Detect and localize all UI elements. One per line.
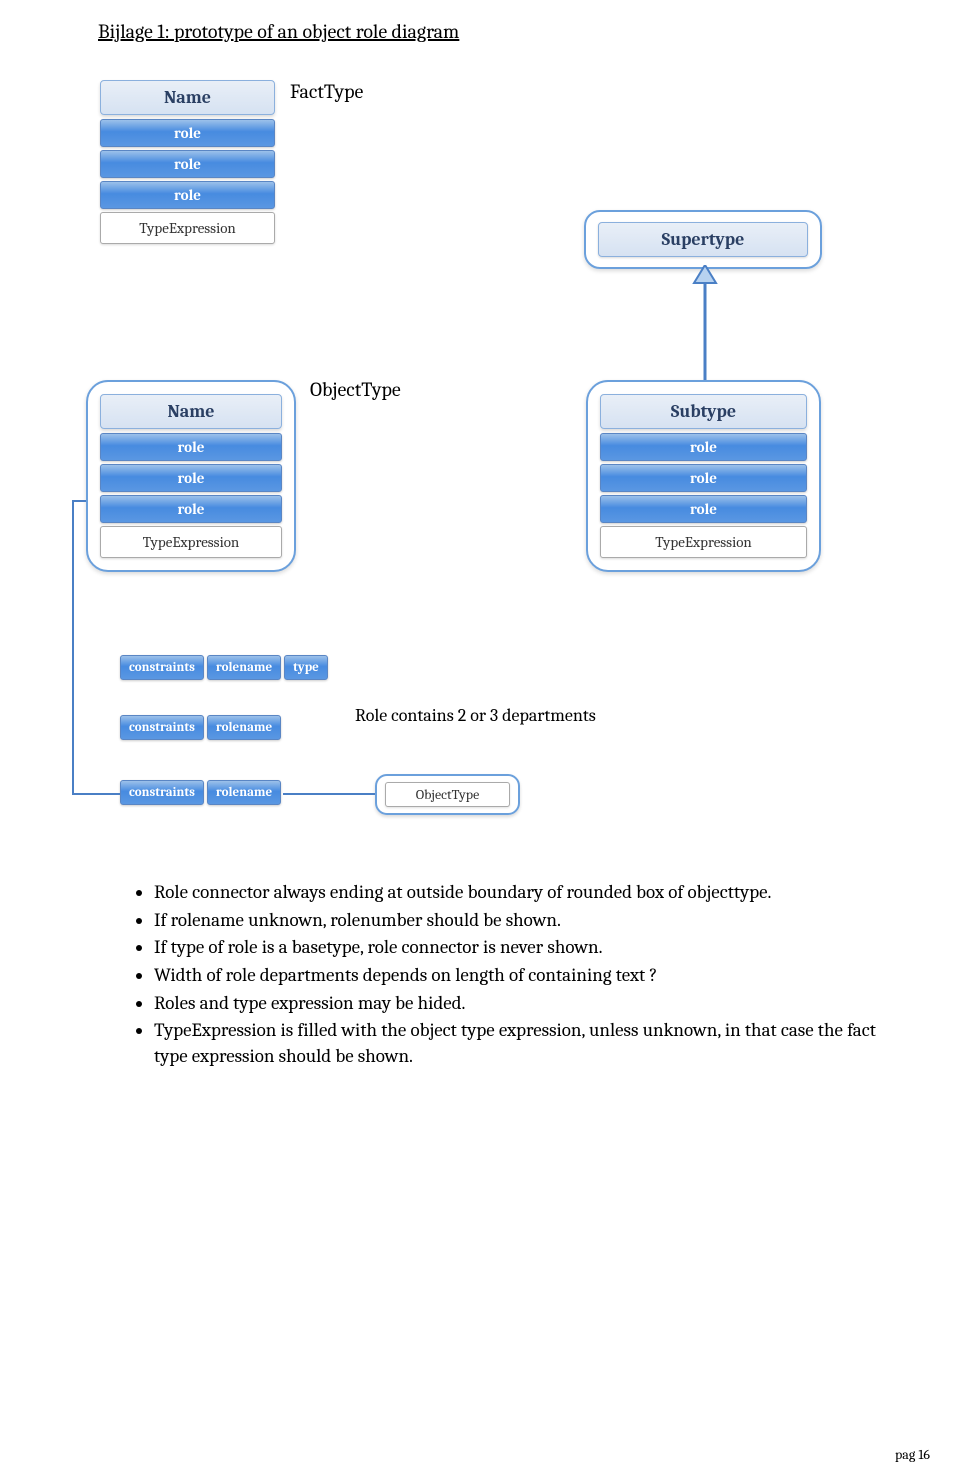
- note-item: Width of role departments depends on len…: [154, 963, 890, 989]
- subtype-footer: TypeExpression: [600, 526, 807, 558]
- page-title: Bijlage 1: prototype of an object role d…: [98, 20, 459, 43]
- objecttype-row: role: [100, 495, 282, 523]
- facttype-row: role: [100, 181, 275, 209]
- objecttype-row: role: [100, 464, 282, 492]
- small-objecttype-box: ObjectType: [375, 774, 520, 815]
- role-departments-label: Role contains 2 or 3 departments: [355, 705, 596, 726]
- note-item: If rolename unknown, rolenumber should b…: [154, 908, 890, 934]
- subtype-header: Subtype: [600, 394, 807, 429]
- connector-horiz-objecttype-bottom: [72, 793, 120, 795]
- subtype-row: role: [600, 495, 807, 523]
- connector-row3-to-objecttype: [283, 793, 375, 795]
- note-item: TypeExpression is filled with the object…: [154, 1018, 890, 1069]
- objecttype-footer: TypeExpression: [100, 526, 282, 558]
- constraints-row-1: constraintsrolenametype: [120, 655, 331, 680]
- objecttype-row: role: [100, 433, 282, 461]
- objecttype-label: ObjectType: [310, 378, 401, 401]
- page-number: pag 16: [895, 1446, 930, 1463]
- small-objecttype-label: ObjectType: [385, 782, 510, 807]
- constraints-chip: constraints: [120, 715, 204, 740]
- facttype-row: role: [100, 119, 275, 147]
- supertype-header: Supertype: [598, 222, 808, 257]
- supertype-box: Supertype: [584, 210, 822, 269]
- constraints-row-2: constraintsrolename: [120, 715, 284, 740]
- note-item: If type of role is a basetype, role conn…: [154, 935, 890, 961]
- type-chip: type: [284, 655, 328, 680]
- facttype-footer: TypeExpression: [100, 212, 275, 244]
- note-item: Roles and type expression may be hided.: [154, 991, 890, 1017]
- notes-list: Role connector always ending at outside …: [130, 880, 890, 1071]
- connector-horiz-objecttype-top: [72, 500, 86, 502]
- facttype-label: FactType: [290, 80, 363, 103]
- objecttype-header: Name: [100, 394, 282, 429]
- constraints-row-3: constraintsrolename: [120, 780, 284, 805]
- objecttype-container: Name role role role TypeExpression: [86, 380, 296, 572]
- note-item: Role connector always ending at outside …: [154, 880, 890, 906]
- inheritance-arrow: [690, 265, 720, 383]
- facttype-box: Name role role role TypeExpression: [100, 80, 275, 244]
- rolename-chip: rolename: [207, 780, 281, 805]
- connector-vert-objecttype: [72, 500, 74, 795]
- subtype-row: role: [600, 464, 807, 492]
- facttype-row: role: [100, 150, 275, 178]
- constraints-chip: constraints: [120, 780, 204, 805]
- subtype-row: role: [600, 433, 807, 461]
- constraints-chip: constraints: [120, 655, 204, 680]
- rolename-chip: rolename: [207, 655, 281, 680]
- subtype-container: Subtype role role role TypeExpression: [586, 380, 821, 572]
- rolename-chip: rolename: [207, 715, 281, 740]
- facttype-header: Name: [100, 80, 275, 115]
